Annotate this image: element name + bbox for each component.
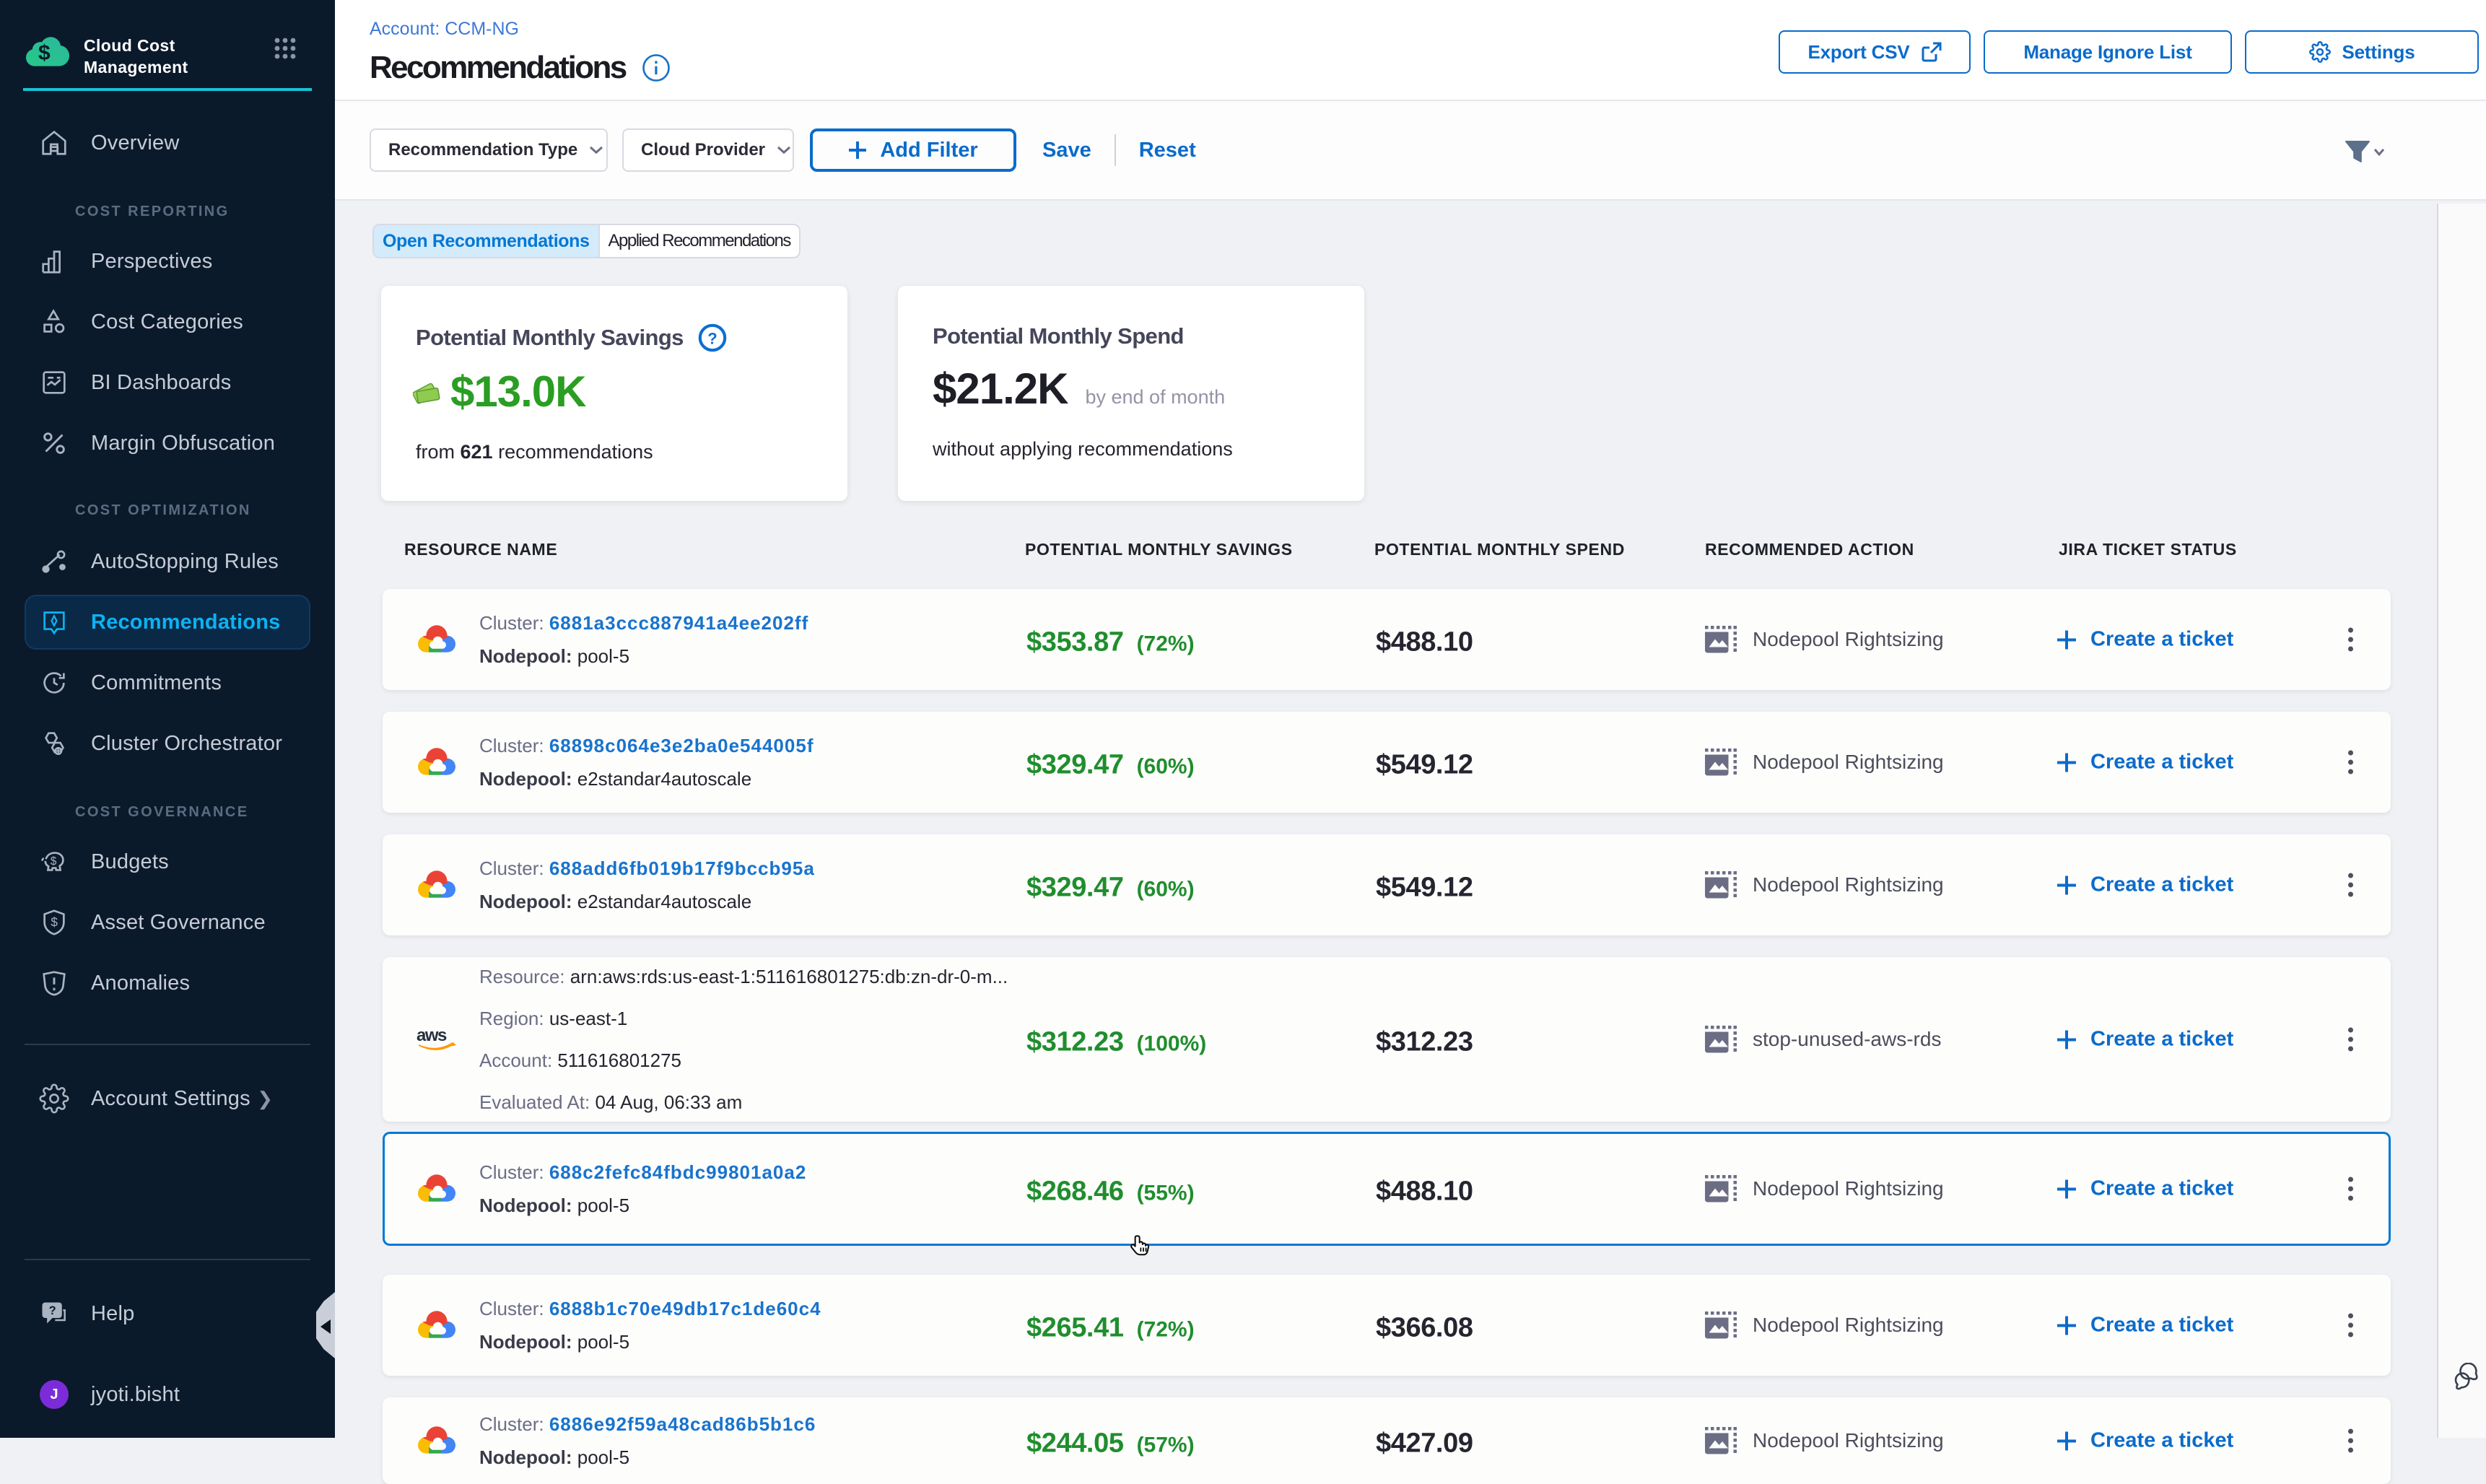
svg-text:$: $	[51, 915, 58, 930]
svg-text:$: $	[51, 855, 57, 868]
svg-text:$: $	[38, 41, 51, 65]
svg-text:?: ?	[49, 1304, 56, 1317]
